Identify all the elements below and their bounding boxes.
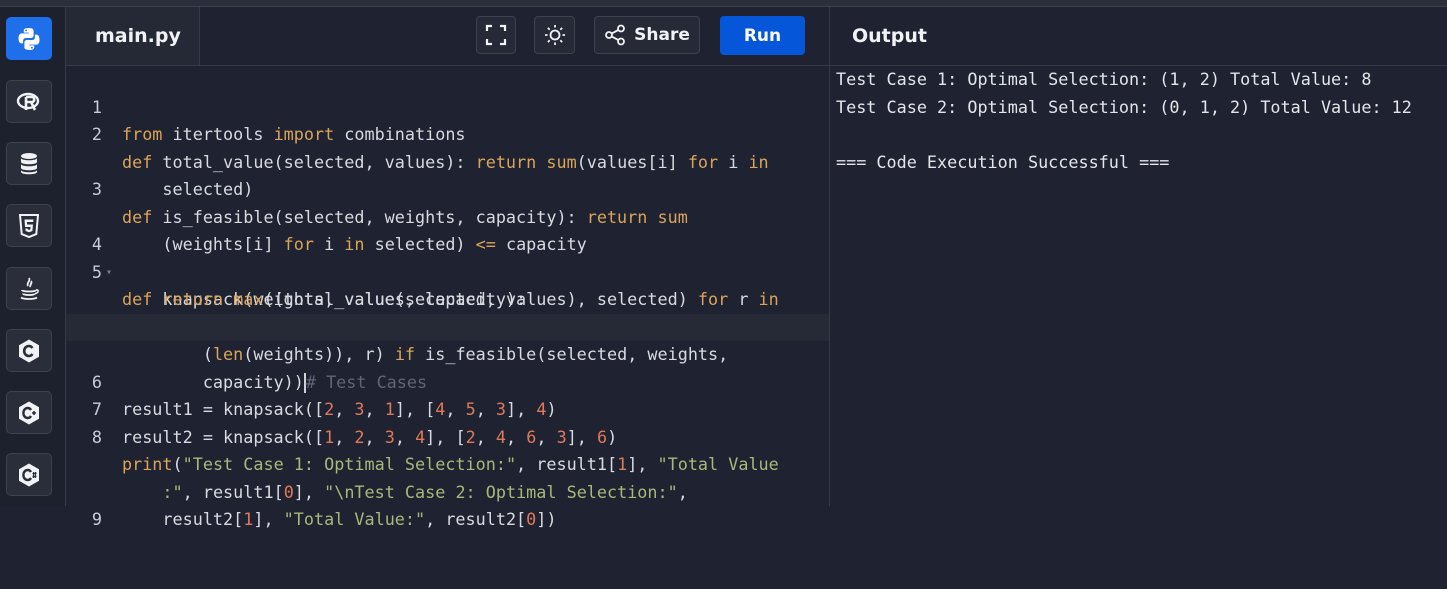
html5-icon [18,213,40,238]
csharp-icon [19,463,39,486]
code-line: 6 result1 = knapsack([2, 3, 1], [4, 5, 3… [66,341,829,420]
theme-icon [544,25,565,45]
c-icon [19,339,39,362]
theme-toggle-button[interactable] [534,16,575,54]
fullscreen-button[interactable] [476,16,516,54]
share-icon [605,24,626,46]
code-line: 9 [66,479,829,529]
java-icon [20,277,39,300]
line-number: 9 [91,509,102,529]
cpp-icon [19,401,39,424]
code-line: 8 print("Test Case 1: Optimal Selection:… [66,396,829,475]
code-editor[interactable]: 1 from itertools import combinations 2 d… [66,66,829,529]
code-line: selected) [66,121,829,199]
database-icon [21,152,37,174]
share-label: Share [634,25,690,45]
share-button[interactable]: Share [594,16,700,54]
code-line-active: capacity)) # Test Cases [66,313,829,393]
language-sql[interactable] [6,142,52,185]
code-text: result2[1], "Total Value:", result2[0]) [122,509,557,529]
language-sidebar [0,7,66,506]
panel-divider[interactable] [829,7,830,506]
r-icon [16,92,40,111]
editor-header: main.py Share Run Output [66,7,1447,66]
output-panel[interactable]: Test Case 1: Optimal Selection: (1, 2) T… [836,66,1441,506]
output-status-line: === Code Execution Successful === [836,151,1170,172]
code-line: (len(weights)), r) if is_feasible(select… [66,286,829,364]
fullscreen-icon [485,24,507,46]
code-line: result2[1], "Total Value:", result2[0]) [66,451,829,529]
python-icon [18,27,40,50]
output-title: Output [852,25,927,47]
window-top-bar [0,0,1447,7]
code-line: 7 result2 = knapsack([1, 2, 3, 4], [2, 4… [66,369,829,447]
code-line: :", result1[0], "\nTest Case 2: Optimal … [66,424,829,502]
language-csharp[interactable] [6,453,52,496]
run-button[interactable]: Run [720,16,805,55]
code-line: 3 def is_feasible(selected, weights, cap… [66,149,829,227]
output-line: Test Case 2: Optimal Selection: (0, 1, 2… [836,96,1412,117]
code-line: 4 ▾ def knapsack(weights, values, capaci… [66,204,829,309]
code-line: 1 from itertools import combinations [66,66,829,145]
language-r[interactable] [6,80,52,123]
language-python[interactable] [6,17,52,60]
language-cpp[interactable] [6,391,52,434]
output-line: Test Case 1: Optimal Selection: (1, 2) T… [836,69,1372,89]
file-tab-main-py[interactable]: main.py [66,7,200,65]
language-java[interactable] [6,267,52,310]
code-line: 2 def total_value(selected, values): ret… [66,94,829,172]
code-line: 5 return max((total_value(selected, valu… [66,231,829,310]
code-line: (weights[i] for i in selected) <= capaci… [66,176,829,254]
language-html[interactable] [6,204,52,247]
code-line: range(len(weights)+1) for selected in co… [66,259,829,337]
language-c[interactable] [6,329,52,372]
